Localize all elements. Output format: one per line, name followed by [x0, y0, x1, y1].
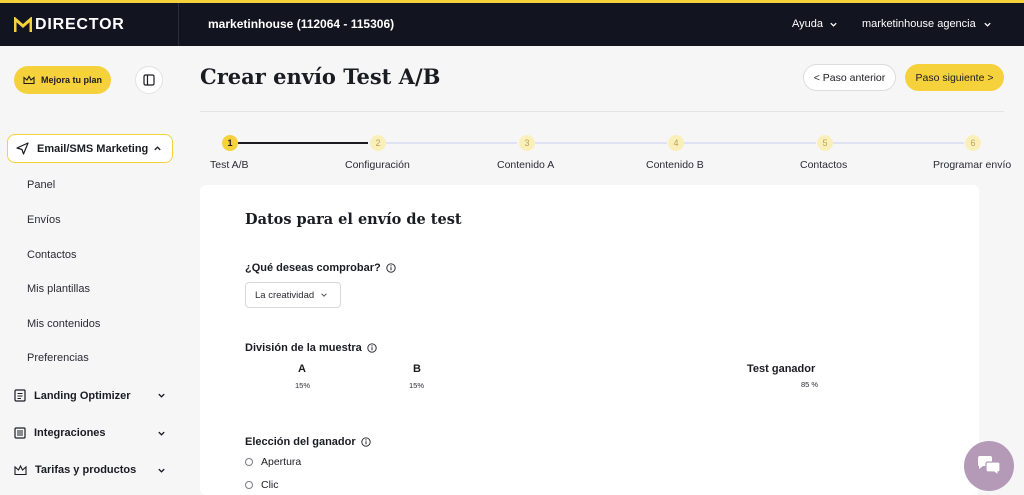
split-b-value: 15% [409, 381, 425, 390]
sidebar-toggle-icon [143, 74, 155, 86]
topbar-divider [178, 3, 179, 46]
winner-option-apertura[interactable]: Apertura [245, 456, 301, 468]
step-2-dot[interactable]: 2 [370, 135, 386, 151]
step-3-label: Contenido A [497, 159, 555, 171]
step-connector [386, 142, 517, 144]
crown-icon [23, 75, 35, 85]
step-4-dot[interactable]: 4 [668, 135, 684, 151]
step-connector [535, 142, 667, 144]
account-name: marketinhouse (112064 - 115306) [208, 17, 395, 31]
split-a-value: 15% [295, 381, 311, 390]
sidebar-toggle-button[interactable] [135, 66, 163, 94]
sidebar-group-email-sms[interactable]: Email/SMS Marketing [7, 134, 173, 163]
form-card [200, 185, 979, 495]
sidebar-group-label: Tarifas y productos [35, 464, 137, 476]
question-select-value: La creatividad [255, 289, 315, 301]
top-bar: DIRECTOR marketinhouse (112064 - 115306)… [0, 0, 1024, 46]
chevron-down-icon [321, 293, 327, 297]
sidebar: Mejora tu plan Email/SMS Marketing Panel… [0, 46, 178, 495]
winner-option-label: Clic [261, 479, 279, 491]
radio-button[interactable] [245, 458, 253, 466]
info-icon[interactable] [360, 437, 371, 447]
sidebar-group-landing-optimizer[interactable]: Landing Optimizer [14, 389, 166, 402]
chevron-up-icon [154, 146, 161, 151]
step-connector [684, 142, 816, 144]
sidebar-group-label: Integraciones [34, 427, 106, 439]
step-3-dot[interactable]: 3 [519, 135, 535, 151]
chevron-down-icon [984, 22, 991, 27]
sidebar-group-label: Email/SMS Marketing [37, 142, 149, 155]
split-field-label: División de la muestra [245, 342, 377, 354]
logo[interactable]: DIRECTOR [14, 16, 125, 34]
upgrade-plan-label: Mejora tu plan [40, 75, 102, 85]
sidebar-group-label: Landing Optimizer [34, 389, 131, 402]
info-icon[interactable] [367, 343, 377, 353]
step-connector [238, 142, 368, 144]
question-select[interactable]: La creatividad [245, 282, 341, 308]
split-label-text: División de la muestra [245, 342, 362, 354]
info-icon[interactable] [386, 263, 396, 273]
sidebar-item-preferencias[interactable]: Preferencias [27, 352, 89, 364]
help-menu[interactable]: Ayuda [792, 18, 838, 30]
card-title: Datos para el envío de test [245, 211, 462, 228]
sidebar-item-contenidos[interactable]: Mis contenidos [27, 318, 100, 330]
logo-text: DIRECTOR [35, 16, 125, 33]
step-2-label: Configuración [345, 159, 410, 171]
step-6-dot[interactable]: 6 [965, 135, 981, 151]
chevron-down-icon [158, 468, 165, 473]
scale-icon [14, 464, 27, 476]
chat-button[interactable] [964, 441, 1014, 491]
step-1-dot[interactable]: 1 [222, 135, 238, 151]
split-b-label: B [413, 363, 421, 375]
chevron-down-icon [830, 22, 837, 27]
document-icon [14, 389, 26, 402]
chat-icon [978, 456, 1001, 477]
sidebar-item-panel[interactable]: Panel [27, 179, 55, 191]
next-step-button[interactable]: Paso siguiente > [905, 64, 1004, 91]
winner-choice-label-text: Elección del ganador [245, 436, 356, 448]
upgrade-plan-button[interactable]: Mejora tu plan [14, 66, 111, 94]
step-connector [833, 142, 964, 144]
agency-menu[interactable]: marketinhouse agencia [862, 18, 992, 30]
step-1-label: Test A/B [210, 159, 249, 171]
agency-label: marketinhouse agencia [862, 18, 976, 30]
split-winner-label: Test ganador [747, 363, 816, 375]
sidebar-group-tarifas[interactable]: Tarifas y productos [14, 464, 166, 476]
sidebar-item-plantillas[interactable]: Mis plantillas [27, 283, 90, 295]
sidebar-item-envios[interactable]: Envíos [27, 214, 61, 226]
split-a-label: A [298, 363, 306, 375]
chevron-down-icon [158, 393, 165, 398]
winner-option-label: Apertura [261, 456, 302, 468]
page-title: Crear envío Test A/B [200, 64, 441, 89]
chevron-down-icon [158, 431, 165, 436]
previous-step-button[interactable]: < Paso anterior [803, 64, 896, 91]
sidebar-group-integraciones[interactable]: Integraciones [14, 427, 166, 439]
split-winner-value: 85 % [801, 380, 819, 389]
title-divider [200, 111, 1004, 112]
question-field-label: ¿Qué deseas comprobar? [245, 262, 396, 274]
sidebar-item-contactos[interactable]: Contactos [27, 249, 77, 261]
radio-button[interactable] [245, 481, 253, 489]
winner-choice-label: Elección del ganador [245, 436, 371, 448]
step-5-dot[interactable]: 5 [817, 135, 833, 151]
question-label-text: ¿Qué deseas comprobar? [245, 262, 381, 274]
list-icon [14, 427, 26, 439]
paper-plane-icon [16, 142, 29, 155]
step-4-label: Contenido B [646, 159, 704, 171]
help-label: Ayuda [792, 18, 823, 30]
step-6-label: Programar envío [933, 159, 1012, 171]
logo-m-icon [14, 17, 32, 33]
step-5-label: Contactos [800, 159, 848, 171]
winner-option-clic[interactable]: Clic [245, 479, 279, 491]
